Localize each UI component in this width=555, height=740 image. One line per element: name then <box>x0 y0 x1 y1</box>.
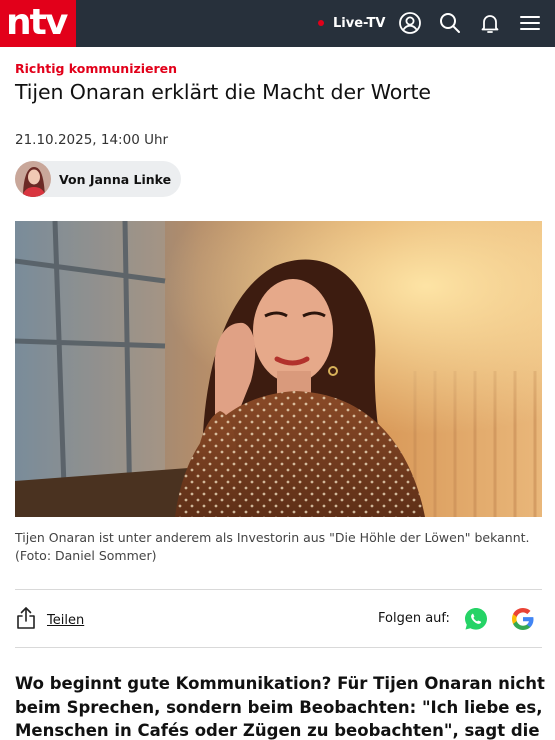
user-icon[interactable] <box>397 10 423 36</box>
google-icon[interactable] <box>509 605 537 633</box>
ntv-logo[interactable]: ntv <box>0 0 76 47</box>
share-button[interactable]: Teilen <box>15 607 84 633</box>
image-caption: Tijen Onaran ist unter anderem als Inves… <box>15 530 530 563</box>
share-label: Teilen <box>47 612 85 628</box>
author-name: Von Janna Linke <box>59 171 172 187</box>
article-hero-image[interactable] <box>15 221 542 517</box>
article-lead: Wo beginnt gute Kommunikation? Für Tijen… <box>15 674 545 740</box>
share-icon <box>15 606 37 634</box>
live-dot-icon <box>318 20 324 26</box>
top-navigation-bar: ntv Live-TV <box>0 0 555 47</box>
article-kicker[interactable]: Richtig kommunizieren <box>15 61 177 76</box>
author-chip[interactable]: Von Janna Linke <box>15 161 181 197</box>
follow-label: Folgen auf: <box>378 611 450 626</box>
author-avatar <box>15 161 51 197</box>
article-headline: Tijen Onaran erklärt die Macht der Worte <box>15 80 431 104</box>
divider-top <box>15 589 542 590</box>
logo-text: ntv <box>6 2 68 43</box>
divider-bottom <box>15 647 542 648</box>
live-tv-label: Live-TV <box>333 15 386 31</box>
search-icon[interactable] <box>437 10 463 36</box>
live-tv-link[interactable]: Live-TV <box>318 14 385 32</box>
menu-icon[interactable] <box>517 10 543 36</box>
publish-date: 21.10.2025, 14:00 Uhr <box>15 132 169 148</box>
whatsapp-icon[interactable] <box>462 605 490 633</box>
bell-icon[interactable] <box>477 10 503 36</box>
